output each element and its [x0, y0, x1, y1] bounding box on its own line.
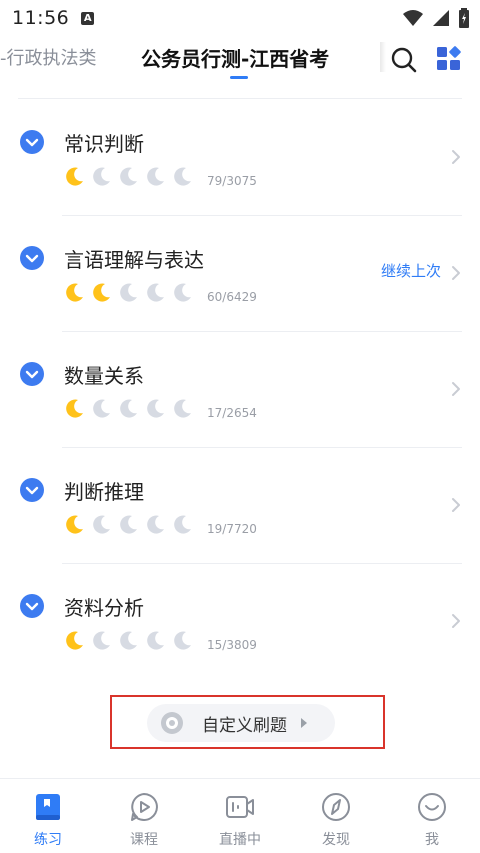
list-item[interactable]: 资料分析 15/3809 [0, 564, 480, 680]
subject-title: 资料分析 [64, 596, 144, 620]
subject-title: 判断推理 [64, 480, 144, 504]
subject-list: 常识判断 79/3075 言语理解与表达 60/6429 继续上次 数量关系 1… [0, 100, 480, 680]
question-count: 60/6429 [207, 290, 257, 304]
moon-empty-icon [174, 631, 191, 650]
notification-icon: A [81, 11, 95, 25]
compass-icon [322, 793, 350, 821]
category-grid-icon[interactable] [436, 46, 462, 72]
moon-empty-icon [147, 399, 164, 418]
moon-empty-icon [120, 515, 137, 534]
chevron-right-icon[interactable] [450, 264, 462, 282]
subject-title: 数量关系 [64, 364, 144, 388]
chevron-right-icon[interactable] [450, 380, 462, 398]
top-tab-bar: -行政执法类 公务员行测-江西省考 [0, 36, 480, 96]
status-icons [402, 8, 470, 28]
battery-icon [459, 8, 469, 28]
question-count: 17/2654 [207, 406, 257, 420]
moon-empty-icon [120, 631, 137, 650]
nav-live[interactable]: 直播中 [192, 779, 288, 853]
moon-filled-icon [66, 515, 83, 534]
status-bar: 11:56 A [0, 0, 480, 36]
active-tab-indicator [230, 76, 248, 79]
mastery-moons [64, 166, 193, 187]
expand-chevron-icon[interactable] [20, 130, 44, 154]
moon-empty-icon [147, 515, 164, 534]
tab-scroll-fade [380, 42, 386, 72]
tab-current-exam[interactable]: 公务员行测-江西省考 [141, 43, 329, 72]
continue-button[interactable]: 继续上次 [381, 260, 441, 281]
header-divider [18, 98, 462, 99]
list-item[interactable]: 数量关系 17/2654 [0, 332, 480, 448]
nav-label: 发现 [322, 832, 350, 848]
mastery-moons [64, 630, 193, 651]
moon-empty-icon [93, 399, 110, 418]
question-count: 15/3809 [207, 638, 257, 652]
subject-title: 常识判断 [64, 132, 144, 156]
list-item[interactable]: 言语理解与表达 60/6429 继续上次 [0, 216, 480, 332]
custom-practice-label: 自定义刷题 [202, 715, 287, 736]
play-icon [131, 793, 158, 821]
status-time: 11:56 [12, 7, 70, 29]
smile-icon [418, 793, 446, 821]
nav-label: 我 [425, 832, 439, 848]
subject-title: 言语理解与表达 [64, 248, 204, 272]
moon-filled-icon [93, 283, 110, 302]
search-icon[interactable] [390, 46, 418, 74]
chevron-right-icon[interactable] [450, 612, 462, 630]
bottom-nav: 练习 课程 直播中 发现 我 [0, 778, 480, 853]
moon-empty-icon [147, 283, 164, 302]
play-arrow-icon [301, 718, 307, 728]
nav-label: 练习 [34, 832, 62, 848]
expand-chevron-icon[interactable] [20, 362, 44, 386]
moon-empty-icon [174, 515, 191, 534]
moon-empty-icon [93, 515, 110, 534]
moon-filled-icon [66, 167, 83, 186]
nav-me[interactable]: 我 [384, 779, 480, 853]
chevron-right-icon[interactable] [450, 148, 462, 166]
moon-empty-icon [93, 167, 110, 186]
expand-chevron-icon[interactable] [20, 594, 44, 618]
disc-icon [161, 712, 183, 734]
moon-empty-icon [120, 167, 137, 186]
wifi-icon [403, 10, 423, 26]
expand-chevron-icon[interactable] [20, 478, 44, 502]
chevron-right-icon[interactable] [450, 496, 462, 514]
signal-icon [433, 10, 449, 26]
question-count: 79/3075 [207, 174, 257, 188]
custom-practice-highlight: 自定义刷题 [110, 695, 385, 749]
moon-empty-icon [174, 399, 191, 418]
question-count: 19/7720 [207, 522, 257, 536]
custom-practice-button[interactable]: 自定义刷题 [147, 704, 335, 742]
moon-empty-icon [93, 631, 110, 650]
moon-empty-icon [174, 283, 191, 302]
mastery-moons [64, 514, 193, 535]
moon-empty-icon [147, 631, 164, 650]
moon-empty-icon [120, 399, 137, 418]
expand-chevron-icon[interactable] [20, 246, 44, 270]
mastery-moons [64, 282, 193, 303]
mastery-moons [64, 398, 193, 419]
list-item[interactable]: 判断推理 19/7720 [0, 448, 480, 564]
nav-label: 课程 [130, 832, 158, 848]
list-item[interactable]: 常识判断 79/3075 [0, 100, 480, 216]
moon-empty-icon [120, 283, 137, 302]
moon-filled-icon [66, 631, 83, 650]
tab-previous-exam[interactable]: -行政执法类 [0, 44, 97, 70]
nav-practice[interactable]: 练习 [0, 779, 96, 853]
nav-label: 直播中 [219, 832, 261, 848]
moon-filled-icon [66, 283, 83, 302]
book-icon [36, 794, 60, 820]
moon-filled-icon [66, 399, 83, 418]
moon-empty-icon [147, 167, 164, 186]
moon-empty-icon [174, 167, 191, 186]
nav-discover[interactable]: 发现 [288, 779, 384, 853]
nav-courses[interactable]: 课程 [96, 779, 192, 853]
live-camera-icon [226, 796, 254, 818]
